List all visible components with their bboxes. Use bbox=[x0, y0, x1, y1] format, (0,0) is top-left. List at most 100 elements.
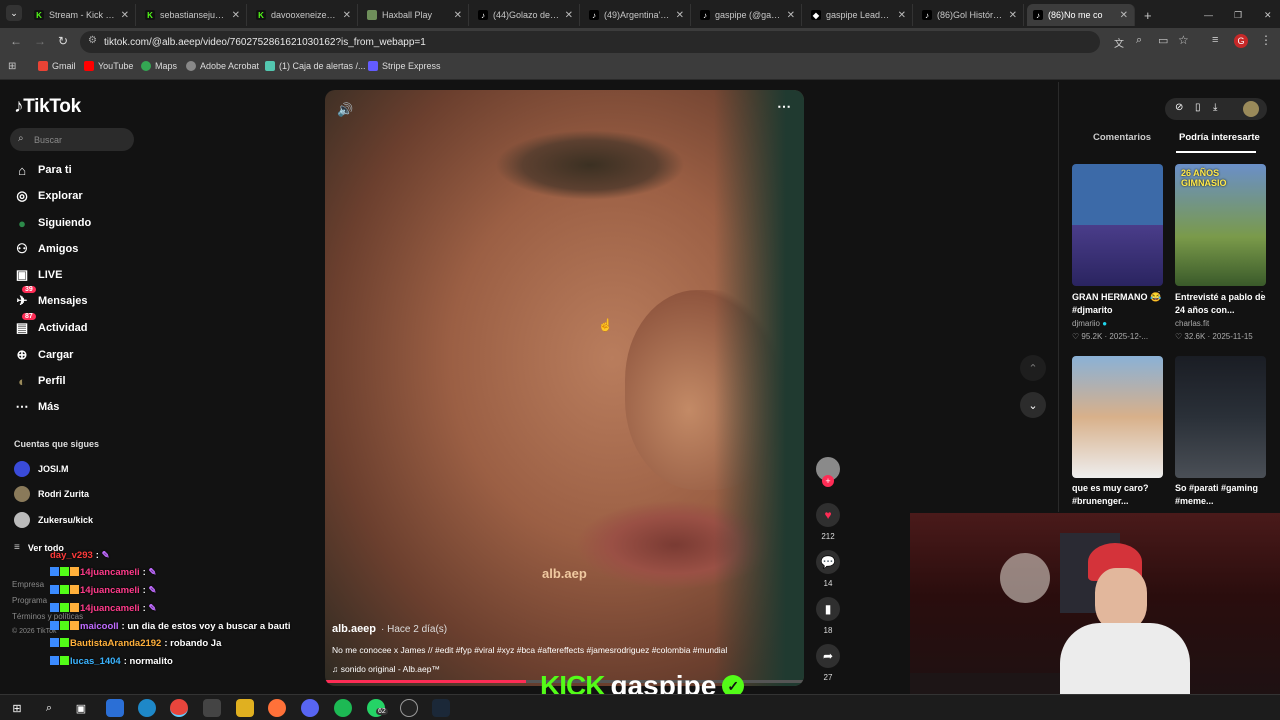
sidebar-item-profile[interactable]: ◐ Perfil bbox=[14, 373, 65, 389]
copilot-icon[interactable] bbox=[106, 699, 124, 717]
card-more-icon[interactable]: ⋮ bbox=[1257, 290, 1267, 301]
save-button[interactable]: ▮ 18 bbox=[816, 597, 840, 635]
following-account[interactable]: JOSI.M bbox=[14, 461, 69, 477]
cast-icon[interactable]: ▭ bbox=[1158, 34, 1168, 47]
search-icon[interactable]: ⌕ bbox=[40, 699, 58, 717]
firefox-icon[interactable] bbox=[268, 699, 286, 717]
video-more-icon[interactable]: ⋯ bbox=[777, 98, 791, 115]
tab-search-icon[interactable]: ⌄ bbox=[6, 5, 22, 21]
apps-grid-icon[interactable]: ⊞ bbox=[8, 61, 16, 72]
browser-tab[interactable]: ◆ gaspipe LeaderBo ✕ bbox=[805, 4, 913, 26]
close-tab-icon[interactable]: ✕ bbox=[565, 10, 573, 21]
profile-avatar[interactable]: G bbox=[1234, 34, 1248, 48]
obs-icon[interactable] bbox=[400, 699, 418, 717]
bookmark-alerts[interactable]: (1) Caja de alertas /... bbox=[265, 61, 366, 71]
translate-icon[interactable]: 文 bbox=[1114, 35, 1124, 50]
download-icon[interactable]: ⤓ bbox=[1213, 102, 1217, 113]
browser-tab[interactable]: ♪ (86)Gol Histórico ✕ bbox=[916, 4, 1024, 26]
browser-tab[interactable]: K Stream - Kick Dash ✕ bbox=[28, 4, 136, 26]
close-tab-icon[interactable]: ✕ bbox=[1009, 10, 1017, 21]
recommended-video-title[interactable]: Entrevisté a pablo de 24 años con... bbox=[1175, 291, 1267, 317]
close-tab-icon[interactable]: ✕ bbox=[121, 10, 129, 21]
chrome-icon[interactable] bbox=[170, 699, 188, 717]
recommended-video-thumbnail[interactable] bbox=[1072, 356, 1163, 478]
forward-icon[interactable]: → bbox=[34, 34, 46, 48]
menu-icon[interactable]: ⋮ bbox=[1260, 33, 1272, 47]
recommended-video-thumbnail[interactable] bbox=[1175, 356, 1266, 478]
follow-plus-icon[interactable]: + bbox=[822, 475, 834, 487]
avatar[interactable] bbox=[1243, 101, 1259, 117]
spotify-icon[interactable] bbox=[334, 699, 352, 717]
search-input[interactable]: ⌕ Buscar bbox=[10, 128, 134, 151]
footer-link[interactable]: Programa bbox=[12, 596, 47, 605]
like-button[interactable]: ♥ 212 bbox=[816, 503, 840, 541]
browser-tab[interactable]: ♪ (44)Golazo de Riv ✕ bbox=[472, 4, 580, 26]
discord-icon[interactable] bbox=[301, 699, 319, 717]
previous-video-button[interactable]: ⌃ bbox=[1020, 355, 1046, 381]
following-account[interactable]: Zukersu/kick bbox=[14, 512, 93, 528]
browser-tab[interactable]: ♪ (86)No me co ✕ bbox=[1027, 4, 1135, 26]
share-button[interactable]: ➦ 27 bbox=[816, 644, 840, 682]
following-account[interactable]: Rodri Zurita bbox=[14, 486, 89, 502]
close-tab-icon[interactable]: ✕ bbox=[787, 10, 795, 21]
reload-icon[interactable]: ↻ bbox=[58, 34, 68, 48]
new-tab-button[interactable]: + bbox=[1138, 4, 1154, 26]
close-tab-icon[interactable]: ✕ bbox=[676, 10, 684, 21]
tab-may-interest[interactable]: Podría interesarte bbox=[1179, 132, 1260, 143]
video-username[interactable]: alb.aeep bbox=[332, 623, 376, 635]
bookmark-stripe-express[interactable]: Stripe Express bbox=[368, 61, 441, 71]
tab-comments[interactable]: Comentarios bbox=[1093, 132, 1151, 143]
url-bar[interactable]: ⚙ tiktok.com/@alb.aeep/video/76027528616… bbox=[80, 31, 1100, 53]
browser-tab[interactable]: ♪ gaspipe (@gaspip ✕ bbox=[694, 4, 802, 26]
bookmark-star-icon[interactable]: ☆ bbox=[1178, 33, 1189, 47]
footer-link[interactable]: Empresa bbox=[12, 580, 44, 589]
creator-avatar-button[interactable]: + bbox=[816, 457, 840, 487]
sidebar-item-more[interactable]: ⋯ Más bbox=[14, 399, 60, 415]
recommended-video-title[interactable]: que es muy caro? #brunenger... bbox=[1072, 482, 1164, 508]
recommended-video-title[interactable]: GRAN HERMANO 😂 #djmarito bbox=[1072, 291, 1164, 317]
browser-tab[interactable]: H Haxball Play ✕ bbox=[361, 4, 469, 26]
comment-button[interactable]: 💬 14 bbox=[816, 550, 840, 588]
reading-list-icon[interactable]: ≡ bbox=[1212, 34, 1218, 46]
video-player[interactable]: 🔊 ⋯ bbox=[325, 90, 804, 686]
recommended-video-title[interactable]: So #parati #gaming #meme... bbox=[1175, 482, 1267, 508]
store-icon[interactable] bbox=[203, 699, 221, 717]
zoom-icon[interactable]: ⌕ bbox=[1136, 34, 1142, 47]
restore-window-icon[interactable]: ❐ bbox=[1228, 4, 1250, 26]
sidebar-item-upload[interactable]: ⊕ Cargar bbox=[14, 347, 74, 363]
whatsapp-icon[interactable]: 62 bbox=[367, 699, 388, 717]
card-more-icon[interactable]: ⋮ bbox=[1154, 290, 1164, 301]
bookmark-gmail[interactable]: Gmail bbox=[38, 61, 76, 71]
close-window-icon[interactable]: ✕ bbox=[1258, 4, 1280, 26]
sidebar-item-live[interactable]: ▣ LIVE bbox=[14, 267, 63, 283]
recommended-video-thumbnail[interactable]: 26 AÑOS GIMNASIO bbox=[1175, 164, 1266, 286]
close-tab-icon[interactable]: ✕ bbox=[898, 10, 906, 21]
windows-start-icon[interactable]: ⊞ bbox=[8, 699, 26, 717]
close-tab-icon[interactable]: ✕ bbox=[232, 10, 240, 21]
phone-icon[interactable]: ▯ bbox=[1195, 102, 1201, 113]
close-tab-icon[interactable]: ✕ bbox=[454, 10, 462, 21]
sidebar-item-compass[interactable]: ◎ Explorar bbox=[14, 188, 82, 204]
bookmark-youtube[interactable]: YouTube bbox=[84, 61, 133, 71]
sidebar-item-activity[interactable]: ▤ 87 Actividad bbox=[14, 313, 88, 336]
bookmark-adobe-acrobat[interactable]: Adobe Acrobat bbox=[186, 61, 259, 71]
recommended-video-thumbnail[interactable] bbox=[1072, 164, 1163, 286]
browser-tab[interactable]: ♪ (49)Argentina's Le ✕ bbox=[583, 4, 691, 26]
minimize-window-icon[interactable]: — bbox=[1198, 4, 1220, 26]
sidebar-item-friends[interactable]: ⚇ Amigos bbox=[14, 241, 78, 257]
close-tab-icon[interactable]: ✕ bbox=[1120, 10, 1128, 21]
video-sound[interactable]: ♫ sonido original - Alb.aep™ bbox=[332, 664, 440, 674]
bookmark-maps[interactable]: Maps bbox=[141, 61, 177, 71]
sidebar-item-home[interactable]: ⌂ Para ti bbox=[14, 162, 72, 178]
steam-icon[interactable] bbox=[432, 699, 450, 717]
task-view-icon[interactable]: ▣ bbox=[72, 699, 90, 717]
tiktok-logo[interactable]: ♪TikTok bbox=[14, 96, 81, 118]
edge-icon[interactable] bbox=[138, 699, 156, 717]
back-icon[interactable]: ← bbox=[10, 34, 22, 48]
recommended-video-author[interactable]: charlas.fit bbox=[1175, 319, 1209, 328]
site-info-icon[interactable]: ⚙ bbox=[88, 35, 97, 46]
sidebar-item-following[interactable]: ● Siguiendo bbox=[14, 215, 91, 231]
next-video-button[interactable]: ⌄ bbox=[1020, 392, 1046, 418]
browser-tab[interactable]: Ksebastiansejuro St ✕ bbox=[139, 4, 247, 26]
file-explorer-icon[interactable] bbox=[236, 699, 254, 717]
